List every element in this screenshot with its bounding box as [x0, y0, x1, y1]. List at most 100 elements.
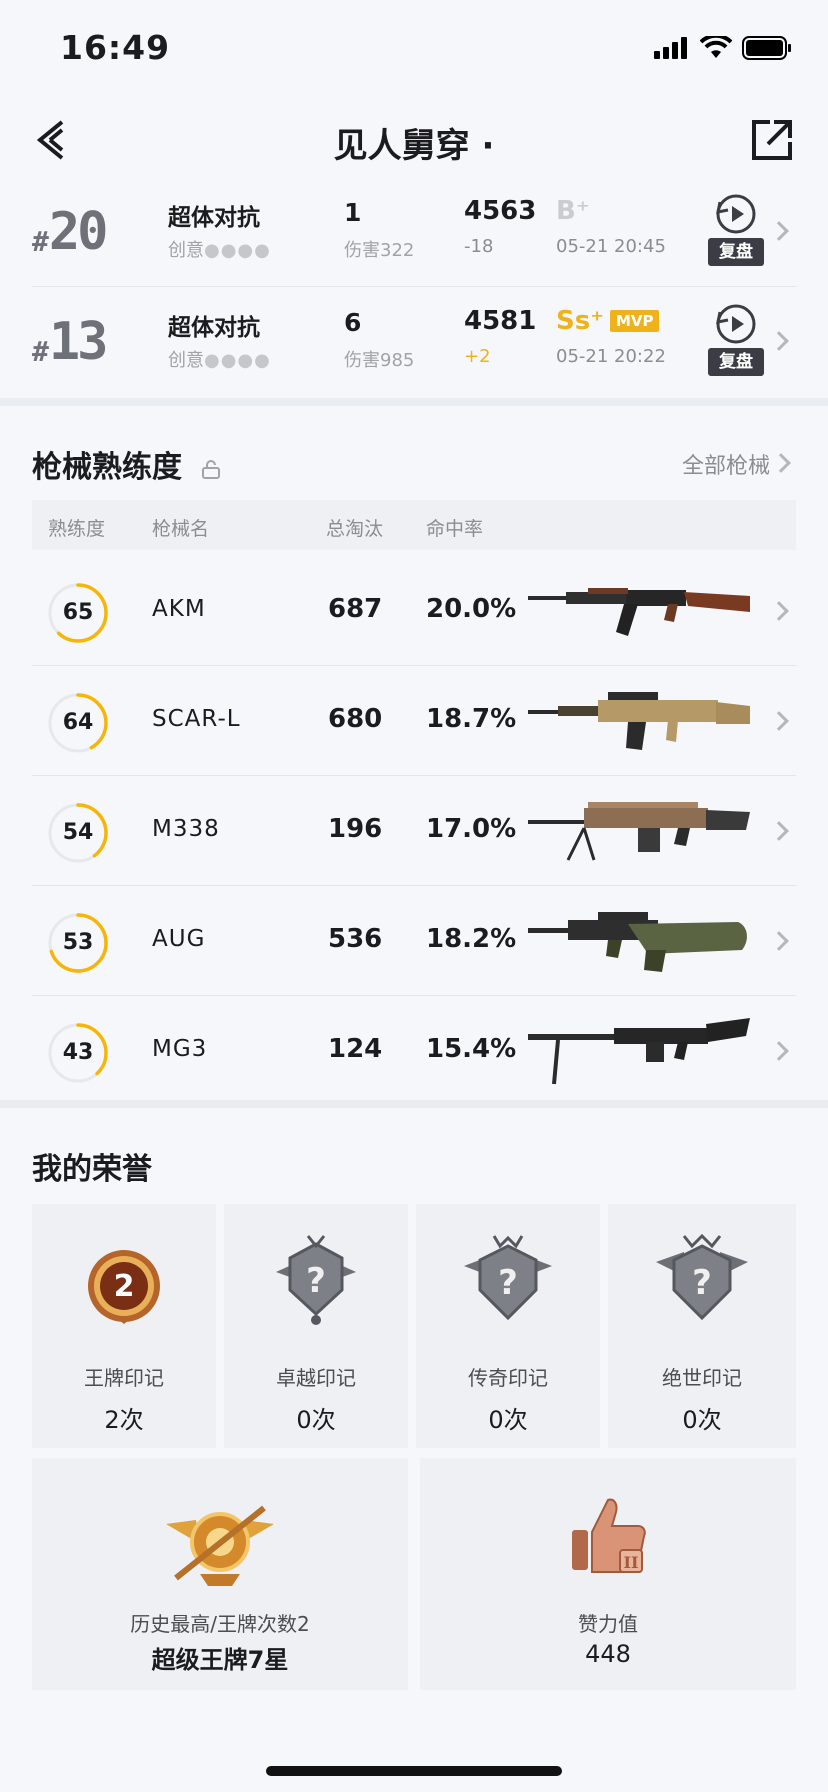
match-score: 4581	[464, 306, 537, 336]
match-rank: #20	[32, 178, 152, 286]
weapons-section-title: 枪械熟练度	[32, 442, 222, 486]
chevron-right-icon	[769, 711, 789, 731]
divider	[32, 286, 796, 287]
weapon-row[interactable]: 53 AUG 536 18.2%	[32, 886, 796, 996]
ace-badge-icon: 2	[88, 1250, 160, 1324]
weapon-kills: 536	[328, 924, 383, 954]
svg-text:?: ?	[498, 1263, 518, 1303]
match-row[interactable]: #13 超体对抗 创意●●●● 6 伤害985 4581 +2 Ss⁺ MVP 0…	[32, 288, 796, 396]
weapon-hit-rate: 18.7%	[426, 704, 517, 734]
rank-number: 13	[48, 312, 109, 372]
honor-card-highest-tier[interactable]: 历史最高/王牌次数2 超级王牌7星	[32, 1458, 408, 1690]
col-total-kills: 总淘汰	[326, 518, 384, 540]
honor-count: 0次	[682, 1406, 722, 1434]
chevron-right-icon	[771, 453, 791, 473]
weapon-name: MG3	[152, 1036, 208, 1062]
replay-label: 复盘	[708, 348, 764, 376]
honor-count: 0次	[488, 1406, 528, 1434]
weapon-hit-rate: 17.0%	[426, 814, 517, 844]
match-kills: 6	[344, 308, 362, 337]
match-date: 05-21 20:22	[556, 346, 666, 367]
proficiency-value: 64	[62, 710, 94, 735]
home-indicator[interactable]	[266, 1766, 562, 1776]
honor-card-ace[interactable]: 2 王牌印记 2次	[32, 1204, 216, 1448]
honor-card-legend[interactable]: ? 传奇印记 0次	[416, 1204, 600, 1448]
weapon-row[interactable]: 64 SCAR-L 680 18.7%	[32, 666, 796, 776]
match-date: 05-21 20:45	[556, 236, 666, 257]
highest-tier-label: 历史最高/王牌次数2	[130, 1612, 310, 1636]
weapon-kills: 196	[328, 814, 383, 844]
honor-label: 卓越印记	[276, 1366, 356, 1390]
locked-badge-icon: ?	[656, 1233, 748, 1321]
honor-label: 王牌印记	[84, 1366, 164, 1390]
match-rank: #13	[32, 288, 152, 396]
honor-card-likes[interactable]: II 赞力值 448	[420, 1458, 796, 1690]
weapon-kills: 124	[328, 1034, 383, 1064]
honor-label: 传奇印记	[468, 1366, 548, 1390]
nav-bar: 见人舅穿 ·	[0, 100, 828, 184]
proficiency-value: 53	[62, 930, 94, 955]
chevron-right-icon	[769, 931, 789, 951]
honor-label: 绝世印记	[662, 1366, 742, 1390]
match-score-delta: -18	[464, 236, 494, 257]
tier-emblem-icon	[166, 1505, 274, 1586]
col-hit-rate: 命中率	[426, 518, 484, 540]
section-gap	[0, 398, 828, 406]
page-title: 见人舅穿 ·	[333, 126, 495, 166]
chevron-right-icon	[769, 1041, 789, 1061]
match-grade: B⁺	[556, 196, 590, 226]
status-time: 16:49	[60, 28, 171, 67]
all-weapons-link[interactable]: 全部枪械	[682, 448, 770, 480]
match-sub: 创意●●●●	[168, 346, 271, 372]
proficiency-value: 43	[62, 1040, 94, 1065]
likes-label: 赞力值	[578, 1612, 638, 1636]
svg-text:?: ?	[306, 1261, 326, 1301]
wifi-icon	[700, 36, 732, 58]
proficiency-ring: 65	[46, 581, 110, 645]
weapon-row[interactable]: 43 MG3 124 15.4%	[32, 996, 796, 1106]
grade-text: Ss⁺	[556, 306, 604, 336]
weapons-title-text: 枪械熟练度	[32, 450, 182, 485]
match-sub: 创意●●●●	[168, 236, 271, 262]
proficiency-ring: 53	[46, 911, 110, 975]
match-mode: 超体对抗	[168, 205, 260, 231]
replay-button[interactable]: 复盘	[708, 302, 764, 382]
svg-text:?: ?	[692, 1263, 712, 1303]
match-kills: 1	[344, 198, 362, 227]
match-stats-page: 16:49 见人舅穿 · #20 超体对抗 创意●●●● 1 伤害322 456…	[0, 0, 828, 1792]
honor-count: 2次	[104, 1406, 144, 1434]
weapon-row[interactable]: 54 M338 196 17.0%	[32, 776, 796, 886]
weapon-hit-rate: 18.2%	[426, 924, 517, 954]
m338-image	[528, 794, 750, 866]
proficiency-value: 65	[62, 600, 94, 625]
chevron-right-icon	[769, 601, 789, 621]
replay-label: 复盘	[708, 238, 764, 266]
match-row[interactable]: #20 超体对抗 创意●●●● 1 伤害322 4563 -18 B⁺ 05-2…	[32, 178, 796, 286]
scar-l-image	[528, 684, 750, 756]
weapon-name: AUG	[152, 926, 206, 952]
weapon-row[interactable]: 65 AKM 687 20.0%	[32, 556, 796, 666]
honor-card-excellent[interactable]: ? 卓越印记 0次	[224, 1204, 408, 1448]
svg-text:II: II	[624, 1553, 639, 1572]
col-proficiency: 熟练度	[48, 518, 106, 540]
aug-image	[528, 904, 750, 976]
match-sub-label: 创意	[168, 240, 204, 261]
weapon-name: M338	[152, 816, 220, 842]
match-score-delta: +2	[464, 346, 491, 367]
honor-count: 0次	[296, 1406, 336, 1434]
rank-hash: #	[32, 224, 49, 258]
grade-text: B⁺	[556, 196, 590, 226]
thumbs-up-icon: II	[572, 1498, 646, 1573]
honor-card-peerless[interactable]: ? 绝世印记 0次	[608, 1204, 796, 1448]
match-damage: 伤害985	[344, 350, 415, 371]
replay-button[interactable]: 复盘	[708, 192, 764, 272]
share-icon[interactable]	[748, 116, 796, 164]
replay-icon	[716, 194, 756, 234]
highest-tier-value: 超级王牌7星	[151, 1646, 289, 1674]
rank-hash: #	[32, 334, 49, 368]
proficiency-ring: 43	[46, 1021, 110, 1085]
locked-badge-icon: ?	[464, 1235, 552, 1321]
match-sub-label: 创意	[168, 350, 204, 371]
battery-icon	[742, 36, 791, 60]
chevron-right-icon	[769, 221, 789, 241]
